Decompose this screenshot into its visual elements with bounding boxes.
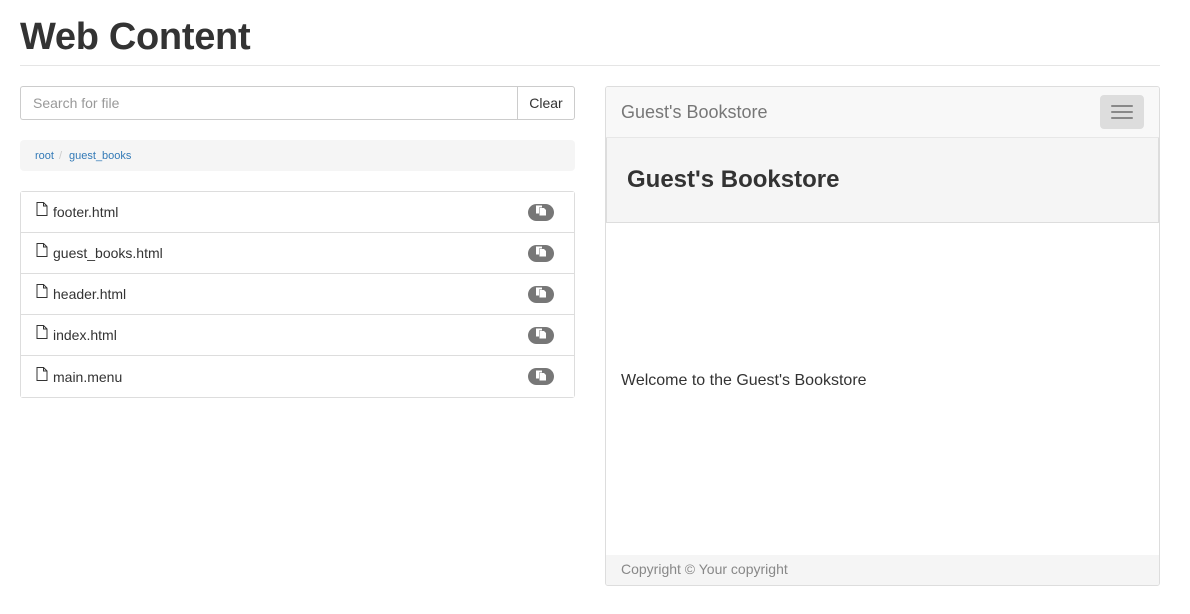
- navbar-toggle-button[interactable]: [1100, 95, 1144, 129]
- file-icon: [36, 366, 48, 381]
- copy-button[interactable]: [528, 326, 554, 344]
- file-row-guest-books[interactable]: guest_books.html: [21, 233, 574, 274]
- file-item: index.html: [36, 325, 117, 343]
- file-icon: [36, 325, 48, 339]
- page-title: Web Content: [20, 16, 251, 58]
- copy-icon: [535, 285, 547, 303]
- file-icon: [36, 243, 48, 257]
- file-name: header.html: [53, 286, 127, 302]
- file-item: footer.html: [36, 202, 119, 220]
- breadcrumb-item-root[interactable]: root: [35, 150, 54, 162]
- file-row-index[interactable]: index.html: [21, 315, 574, 356]
- file-icon: [36, 202, 48, 216]
- copy-button[interactable]: [528, 203, 554, 221]
- copy-button[interactable]: [528, 244, 554, 262]
- breadcrumb: root / guest_books: [20, 140, 575, 171]
- file-item: guest_books.html: [36, 243, 163, 261]
- preview-footer: Copyright © Your copyright: [606, 555, 1159, 585]
- jumbotron-title: Guest's Bookstore: [627, 166, 840, 193]
- file-row-main-menu[interactable]: main.menu: [21, 356, 574, 397]
- copy-button[interactable]: [528, 368, 554, 385]
- copyright-text: Copyright © Your copyright: [621, 561, 788, 577]
- navbar-brand[interactable]: Guest's Bookstore: [621, 102, 768, 123]
- preview-navbar: Guest's Bookstore: [606, 87, 1159, 138]
- file-item: header.html: [36, 284, 127, 302]
- search-input[interactable]: [20, 86, 517, 120]
- file-name: index.html: [53, 327, 117, 343]
- preview-body: Welcome to the Guest's Bookstore: [606, 223, 1159, 555]
- breadcrumb-separator: /: [58, 149, 63, 162]
- file-list: footer.html guest_books.html header.html…: [20, 191, 575, 398]
- file-name: guest_books.html: [53, 245, 163, 261]
- file-item: main.menu: [36, 366, 123, 385]
- hamburger-icon: [1111, 105, 1133, 119]
- copy-icon: [535, 326, 547, 344]
- web-content-page: Web Content Clear root / guest_books foo…: [0, 0, 1190, 614]
- welcome-text: Welcome to the Guest's Bookstore: [621, 372, 867, 389]
- copy-icon: [535, 244, 547, 262]
- search-group: Clear: [20, 86, 575, 120]
- page-preview: Guest's Bookstore Guest's Bookstore Welc…: [605, 86, 1160, 586]
- file-name: footer.html: [53, 204, 119, 220]
- file-icon: [36, 284, 48, 298]
- preview-jumbotron: Guest's Bookstore: [606, 138, 1159, 223]
- copy-icon: [535, 203, 547, 221]
- copy-button[interactable]: [528, 285, 554, 303]
- file-browser: Clear root / guest_books footer.html: [20, 86, 575, 398]
- file-row-header[interactable]: header.html: [21, 274, 574, 315]
- title-divider: [20, 65, 1160, 66]
- file-name: main.menu: [53, 368, 123, 385]
- file-row-footer[interactable]: footer.html: [21, 192, 574, 233]
- copy-icon: [535, 368, 547, 386]
- clear-button[interactable]: Clear: [517, 86, 575, 120]
- breadcrumb-item-guest-books[interactable]: guest_books: [69, 150, 131, 162]
